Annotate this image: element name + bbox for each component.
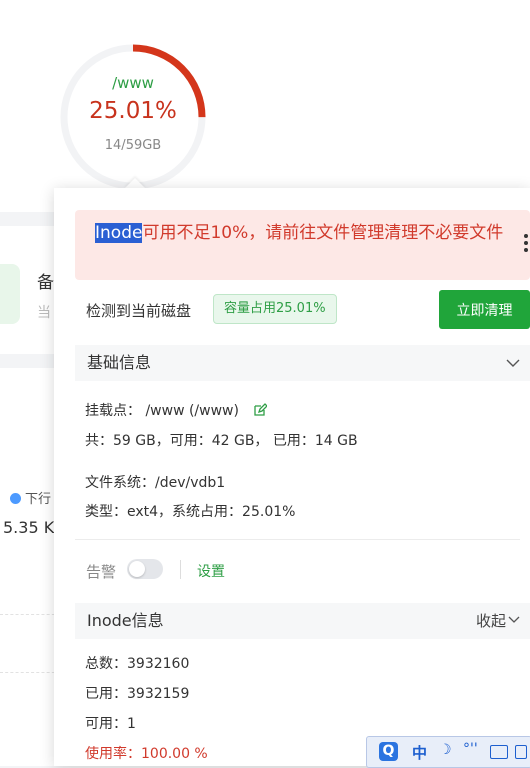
ime-toolbar[interactable]: Q 中 ☽ °''	[366, 736, 530, 768]
detect-text: 检测到当前磁盘	[86, 302, 192, 320]
edit-icon[interactable]	[253, 403, 268, 417]
chevron-down-icon	[506, 359, 520, 367]
inode-free-line: 可用：1	[85, 716, 136, 732]
mount-point-text: 挂载点： /www (/www)	[85, 403, 239, 419]
background-card-title: 备	[37, 273, 54, 293]
moon-icon[interactable]: ☽	[439, 742, 452, 758]
inode-usage-rate-line: 使用率：100.00 %	[85, 746, 208, 762]
inode-warning-alert: Inode可用不足10%，请前往文件管理清理不必要文件	[75, 210, 530, 280]
ime-mode-toggle[interactable]: 中	[412, 742, 427, 763]
alarm-settings-link[interactable]: 设置	[197, 561, 225, 581]
alert-message: Inode可用不足10%，请前往文件管理清理不必要文件	[95, 218, 505, 249]
toggle-knob	[129, 561, 145, 577]
collapse-label: 收起	[475, 612, 506, 630]
toolbox-icon[interactable]	[515, 745, 527, 759]
chevron-down-icon	[508, 616, 520, 623]
background-gridline	[0, 672, 60, 673]
disk-usage-gauge[interactable]: /www 25.01% 14/59GB	[58, 42, 208, 192]
alarm-label: 告警	[86, 563, 117, 581]
mount-point-line: 挂载点： /www (/www)	[85, 400, 268, 420]
more-vertical-icon[interactable]	[524, 234, 528, 252]
inode-info-header: Inode信息 收起	[75, 603, 530, 639]
gauge-size: 14/59GB	[104, 138, 162, 153]
filesystem-line: 文件系统：/dev/vdb1	[85, 475, 226, 491]
alert-highlight: Inode	[95, 223, 143, 243]
ime-logo-icon[interactable]: Q	[379, 742, 398, 761]
background-legend: 下行	[10, 488, 51, 507]
clean-now-button[interactable]: 立即清理	[439, 290, 530, 329]
basic-info-title: 基础信息	[87, 353, 152, 372]
punctuation-icon[interactable]: °''	[463, 741, 478, 757]
collapse-toggle[interactable]: 收起	[476, 603, 520, 639]
inode-info-title: Inode信息	[87, 611, 164, 630]
basic-info-header[interactable]: 基础信息	[75, 345, 530, 381]
disk-detail-popover: Inode可用不足10%，请前往文件管理清理不必要文件 检测到当前磁盘 容量占用…	[54, 188, 530, 766]
inode-total-line: 总数：3932160	[85, 656, 190, 672]
gauge-path: /www	[112, 74, 154, 92]
legend-dot-icon	[10, 493, 21, 504]
capacity-line: 共：59 GB，可用：42 GB， 已用：14 GB	[85, 433, 358, 449]
vertical-separator	[180, 560, 181, 579]
legend-label: 下行	[25, 492, 52, 507]
type-line: 类型：ext4，系统占用：25.01%	[85, 504, 296, 520]
alarm-toggle[interactable]	[127, 559, 163, 579]
background-card-subtitle: 当	[37, 305, 51, 321]
keyboard-icon[interactable]	[490, 745, 508, 759]
gauge-percent: 25.01%	[89, 98, 177, 124]
divider	[75, 539, 520, 540]
background-card-icon-tile	[0, 264, 20, 324]
background-speed-value: 5.35 K	[3, 518, 55, 537]
background-gridline	[0, 614, 60, 615]
usage-badge: 容量占用25.01%	[213, 294, 337, 324]
inode-used-line: 已用：3932159	[85, 686, 190, 702]
alert-text: 可用不足10%，请前往文件管理清理不必要文件	[142, 223, 504, 243]
